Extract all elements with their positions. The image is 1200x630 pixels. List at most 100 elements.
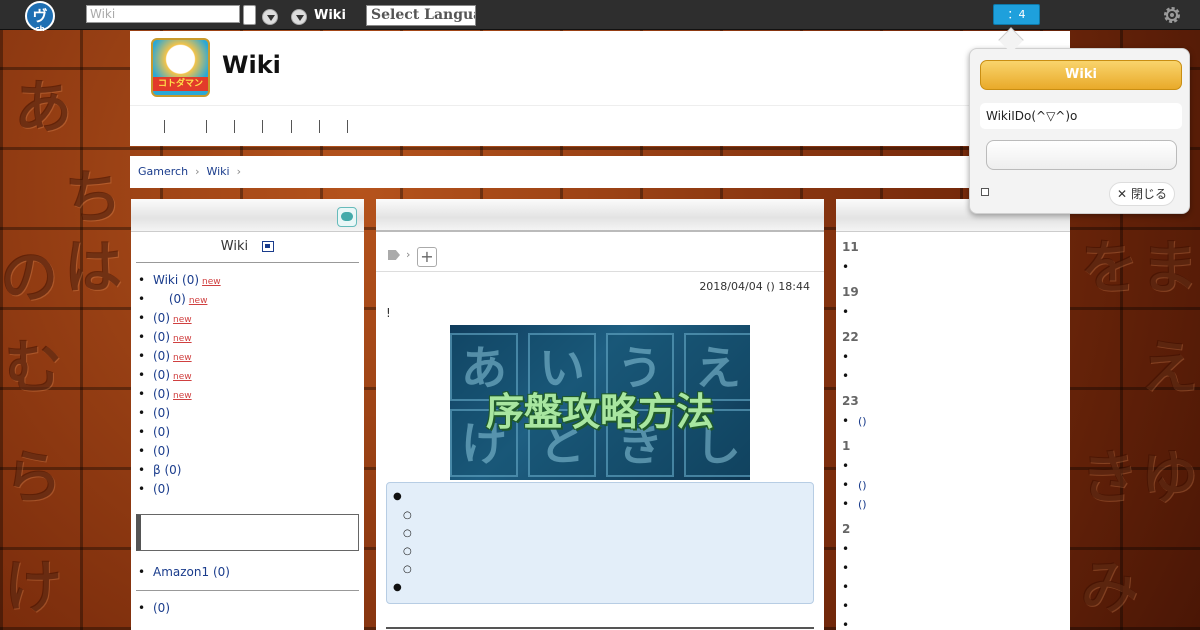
sidebar-item-label: (0) — [153, 387, 170, 401]
sidebar-item-label: (0) — [153, 425, 170, 439]
sidebar-item[interactable]: (0) — [137, 404, 364, 423]
gamerch-logo[interactable]: ヴ ch — [25, 1, 55, 33]
left-sidebar: Wiki Wiki (0)new (0)new(0)new(0)new(0)ne… — [131, 199, 364, 630]
search-input[interactable] — [86, 5, 240, 23]
divider — [136, 262, 359, 263]
post-intro: ! — [386, 306, 391, 320]
close-button[interactable]: ✕ 閉じる — [1109, 182, 1175, 206]
popup-title-button[interactable]: Wiki — [980, 60, 1182, 90]
breadcrumb-separator: › — [236, 165, 241, 178]
breadcrumb-gamerch[interactable]: Gamerch — [138, 165, 188, 178]
new-badge: new — [173, 315, 192, 325]
update-date-heading: 2 — [842, 522, 851, 536]
update-item[interactable]: () — [836, 476, 1070, 495]
sidebar-item[interactable]: (0)new — [137, 385, 364, 404]
sidebar-item[interactable]: β (0) — [137, 461, 364, 480]
top-bar: ヴ ch Wiki Select Language ：4 — [0, 0, 1200, 33]
sidebar-item-amazon[interactable]: Amazon1 (0) — [137, 563, 364, 582]
background-glyph: あ — [14, 73, 73, 141]
update-item[interactable]: () — [836, 412, 1070, 431]
popup-input[interactable] — [986, 140, 1177, 170]
gear-icon[interactable] — [1162, 5, 1182, 25]
breadcrumb-wiki[interactable]: Wiki — [206, 165, 229, 178]
sidebar-item[interactable]: (0) — [137, 442, 364, 461]
sidebar-item-label: (0) — [153, 292, 186, 306]
search-button[interactable] — [243, 5, 256, 25]
background-glyph: ま — [1140, 233, 1199, 301]
bottom-list: (0) — [137, 599, 364, 618]
toc-bullet[interactable]: ○ — [403, 564, 412, 575]
update-item[interactable] — [836, 348, 1070, 367]
site-name-link[interactable]: Wiki — [314, 8, 346, 23]
toc-bullet[interactable]: ○ — [403, 546, 412, 557]
sidebar-item-label: Wiki (0) — [153, 273, 200, 287]
toc-bullet[interactable]: ● — [393, 582, 402, 593]
chevron-down-icon[interactable] — [291, 9, 307, 25]
update-item[interactable] — [836, 578, 1070, 597]
chevron-down-icon[interactable] — [262, 9, 278, 25]
recent-updates: 11192223()1()()2 — [836, 240, 1070, 630]
background-glyph: き — [1080, 443, 1139, 511]
site-title[interactable]: Wiki — [222, 51, 281, 79]
breadcrumb-separator: › — [195, 165, 200, 178]
sidebar-item-bottom[interactable]: (0) — [137, 599, 364, 618]
update-date-heading: 23 — [842, 394, 859, 408]
update-item[interactable] — [836, 258, 1070, 277]
update-date-heading: 22 — [842, 330, 859, 344]
nav-separator — [234, 120, 235, 133]
banner-title: 序盤攻略方法 — [485, 390, 714, 434]
background-glyph: ち — [64, 163, 123, 231]
nav-separator — [319, 120, 320, 133]
update-item[interactable] — [836, 540, 1070, 559]
sidebar-header — [131, 199, 364, 232]
comment-icon[interactable] — [337, 207, 357, 227]
update-item[interactable] — [836, 457, 1070, 476]
new-badge: new — [188, 296, 208, 306]
sidebar-item[interactable]: (0)new — [137, 328, 364, 347]
new-badge: new — [173, 353, 192, 363]
toc-bullet[interactable]: ○ — [403, 510, 412, 521]
add-tag-button[interactable]: + — [417, 247, 437, 267]
notification-popup: Wiki WikiIDo(^▽^)o ✕ 閉じる — [969, 48, 1190, 214]
background-glyph: け — [4, 553, 63, 621]
amazon-list: Amazon1 (0) — [137, 563, 364, 582]
sidebar-item[interactable]: (0)new — [137, 309, 364, 328]
divider — [386, 627, 814, 629]
update-item[interactable] — [836, 367, 1070, 386]
sidebar-item[interactable]: Wiki (0)new — [137, 271, 364, 290]
background-glyph: え — [1140, 333, 1199, 401]
logo-glyph: ヴ — [32, 7, 48, 25]
tag-bar: › + — [376, 242, 824, 272]
sidebar-title: Wiki — [131, 239, 364, 254]
new-badge: new — [173, 334, 192, 344]
main-header — [376, 199, 824, 232]
site-header: コトダマン Wiki — [130, 31, 1070, 105]
sidebar-item[interactable]: (0) — [137, 480, 364, 499]
update-date-heading: 1 — [842, 439, 851, 453]
site-logo[interactable]: コトダマン — [151, 38, 210, 97]
sidebar-item[interactable]: (0)new — [137, 290, 364, 309]
update-item[interactable] — [836, 616, 1070, 630]
nav-separator — [347, 120, 348, 133]
site-logo-caption: コトダマン — [153, 77, 208, 91]
background-glyph: む — [4, 333, 63, 401]
sidebar-item[interactable]: (0)new — [137, 347, 364, 366]
toc-bullet[interactable]: ● — [393, 491, 402, 502]
logo-sub: ch — [35, 25, 45, 33]
popup-message: WikiIDo(^▽^)o — [980, 103, 1182, 129]
close-icon: ✕ — [1117, 187, 1128, 201]
update-item[interactable] — [836, 597, 1070, 616]
popup-checkbox[interactable] — [981, 188, 989, 196]
nav-separator — [291, 120, 292, 133]
update-item[interactable] — [836, 559, 1070, 578]
breadcrumb: Gamerch › Wiki › — [130, 156, 1070, 188]
update-item[interactable]: () — [836, 495, 1070, 514]
update-item[interactable] — [836, 303, 1070, 322]
language-select[interactable]: Select Language — [366, 5, 476, 26]
notification-button[interactable]: ：4 — [993, 4, 1040, 25]
tag-icon — [388, 250, 400, 260]
sidebar-item[interactable]: (0) — [137, 423, 364, 442]
edit-icon[interactable] — [262, 241, 275, 252]
sidebar-item[interactable]: (0)new — [137, 366, 364, 385]
toc-bullet[interactable]: ○ — [403, 528, 412, 539]
